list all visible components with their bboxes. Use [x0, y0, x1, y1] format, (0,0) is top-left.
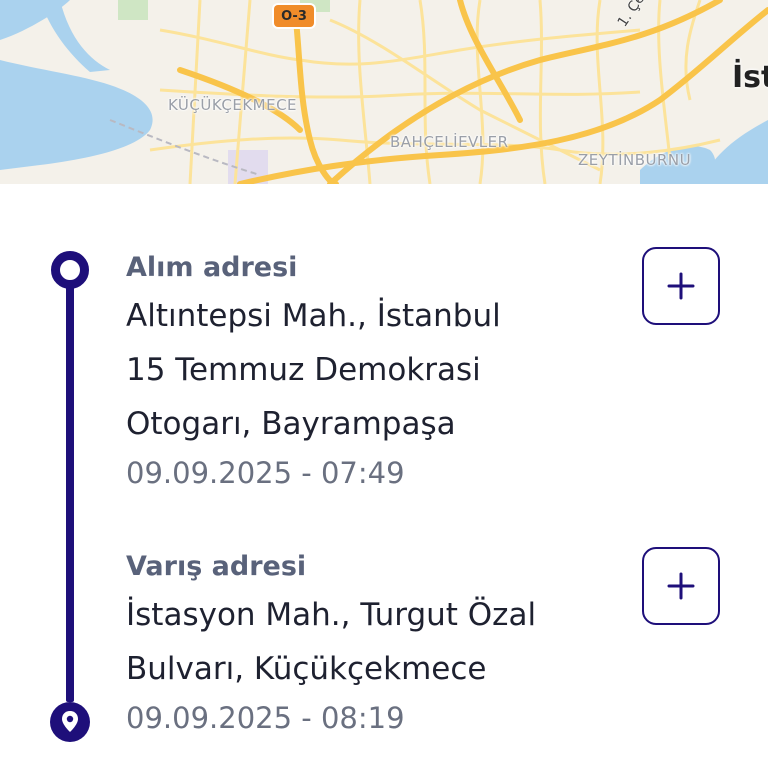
dropoff-address-line: Bulvarı, Küçükçekmece: [126, 651, 487, 687]
map-city-label: İst: [732, 60, 768, 95]
map-district-label: ZEYTİNBURNU: [578, 151, 692, 169]
dropoff-label: Varış adresi: [126, 551, 307, 582]
pickup-address-line: Otogarı, Bayrampaşa: [126, 406, 456, 442]
map-district-label: KÜÇÜKÇEKMECE: [168, 96, 298, 114]
dropoff-datetime: 09.09.2025 - 08:19: [126, 701, 405, 735]
map-district-label: BAHÇELİEVLER: [390, 133, 509, 151]
pickup-stop: Alım adresi Altıntepsi Mah., İstanbul 15…: [126, 251, 626, 493]
map-view[interactable]: O-3 1. Çevre KÜÇÜKÇEKMECE BAHÇELİEVLER Z…: [0, 0, 768, 184]
location-pin-icon: [50, 702, 90, 742]
pickup-add-button[interactable]: [642, 247, 720, 325]
dropoff-address: İstasyon Mah., Turgut Özal Bulvarı, Küçü…: [126, 588, 626, 696]
dropoff-stop: Varış adresi İstasyon Mah., Turgut Özal …: [126, 550, 626, 738]
route-timeline-line: [66, 286, 74, 702]
plus-icon: [667, 272, 695, 300]
dropoff-address-line: İstasyon Mah., Turgut Özal: [126, 597, 537, 633]
pickup-address-line: 15 Temmuz Demokrasi: [126, 352, 481, 388]
pickup-address-line: Altıntepsi Mah., İstanbul: [126, 298, 501, 334]
pickup-address: Altıntepsi Mah., İstanbul 15 Temmuz Demo…: [126, 289, 626, 451]
pickup-label: Alım adresi: [126, 252, 298, 283]
road-shield-o3: O-3: [274, 5, 314, 27]
plus-icon: [667, 572, 695, 600]
pickup-datetime: 09.09.2025 - 07:49: [126, 456, 405, 490]
dropoff-add-button[interactable]: [642, 547, 720, 625]
ring-marker-icon: [51, 251, 89, 289]
